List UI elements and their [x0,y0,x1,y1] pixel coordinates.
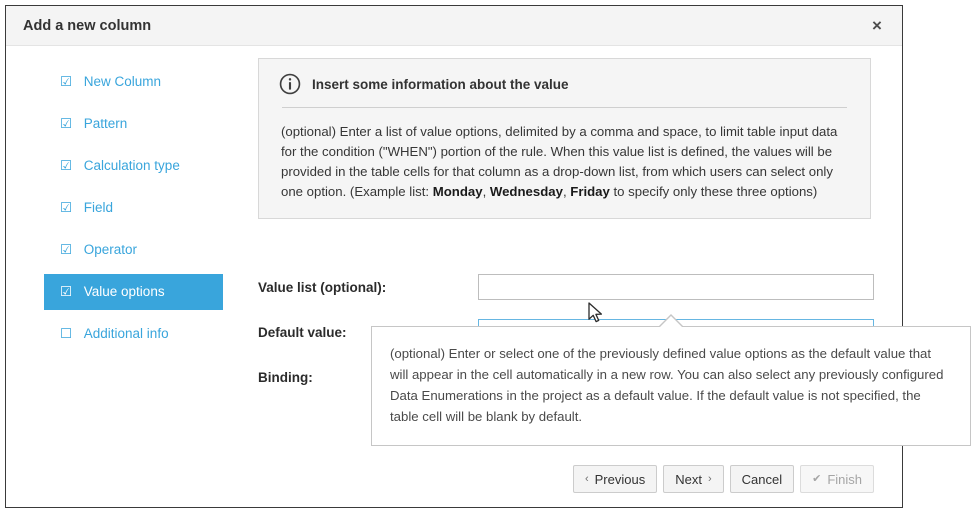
binding-label: Binding: [258,370,313,385]
info-text-suffix: to specify only these three options) [610,184,817,199]
value-list-input[interactable] [478,274,874,300]
info-circle-icon [279,73,301,95]
sidebar-item-label: Additional info [84,316,169,352]
info-panel: Insert some information about the value … [258,58,871,219]
previous-button[interactable]: ‹ Previous [573,465,657,493]
check-icon: ✔ [812,474,821,485]
info-text-sep-1: , [483,184,490,199]
dialog-footer: ‹ Previous Next › Cancel ✔ Finish [573,465,874,493]
sidebar-item-calculation-type[interactable]: ☑ Calculation type [44,148,223,184]
sidebar-item-label: Calculation type [84,148,180,184]
finish-button-label: Finish [827,473,862,486]
tooltip-text: (optional) Enter or select one of the pr… [390,343,952,427]
checkbox-checked-icon: ☑ [60,190,74,226]
sidebar-item-operator[interactable]: ☑ Operator [44,232,223,268]
close-icon[interactable]: × [866,15,888,37]
checkbox-checked-icon: ☑ [60,232,74,268]
sidebar-item-new-column[interactable]: ☑ New Column [44,64,223,100]
info-panel-header: Insert some information about the value [279,73,850,107]
sidebar-item-label: Value options [84,274,165,310]
chevron-left-icon: ‹ [585,474,589,485]
cancel-button-label: Cancel [742,473,782,486]
default-value-tooltip: (optional) Enter or select one of the pr… [371,326,971,446]
default-value-label: Default value: [258,325,347,340]
info-text-example-3: Friday [570,184,610,199]
info-panel-title: Insert some information about the value [312,77,569,92]
tooltip-caret-inner [660,316,682,327]
sidebar-item-field[interactable]: ☑ Field [44,190,223,226]
checkbox-unchecked-icon: ☐ [60,316,74,352]
value-list-label: Value list (optional): [258,280,386,295]
dialog-title: Add a new column [23,18,151,34]
next-button[interactable]: Next › [663,465,723,493]
chevron-right-icon: › [708,474,712,485]
finish-button: ✔ Finish [800,465,874,493]
cancel-button[interactable]: Cancel [730,465,794,493]
previous-button-label: Previous [595,473,646,486]
sidebar-item-label: Field [84,190,113,226]
checkbox-checked-icon: ☑ [60,64,74,100]
sidebar-item-value-options[interactable]: ☑ Value options [44,274,223,310]
checkbox-checked-icon: ☑ [60,106,74,142]
next-button-label: Next [675,473,702,486]
sidebar-item-additional-info[interactable]: ☐ Additional info [44,316,223,352]
form-row-value-list: Value list (optional): [258,274,878,319]
info-text-example-2: Wednesday [490,184,563,199]
divider [282,107,847,108]
info-text-example-1: Monday [433,184,483,199]
sidebar-item-label: Operator [84,232,137,268]
dialog-header: Add a new column × [6,6,902,46]
info-panel-text: (optional) Enter a list of value options… [279,122,850,202]
checkbox-checked-icon: ☑ [60,148,74,184]
sidebar-item-label: New Column [84,64,161,100]
checkbox-checked-icon: ☑ [60,274,74,310]
screen: Add a new column × ☑ New Column ☑ Patter… [0,0,976,515]
wizard-step-list: ☑ New Column ☑ Pattern ☑ Calculation typ… [6,46,256,352]
sidebar-item-label: Pattern [84,106,128,142]
sidebar-item-pattern[interactable]: ☑ Pattern [44,106,223,142]
